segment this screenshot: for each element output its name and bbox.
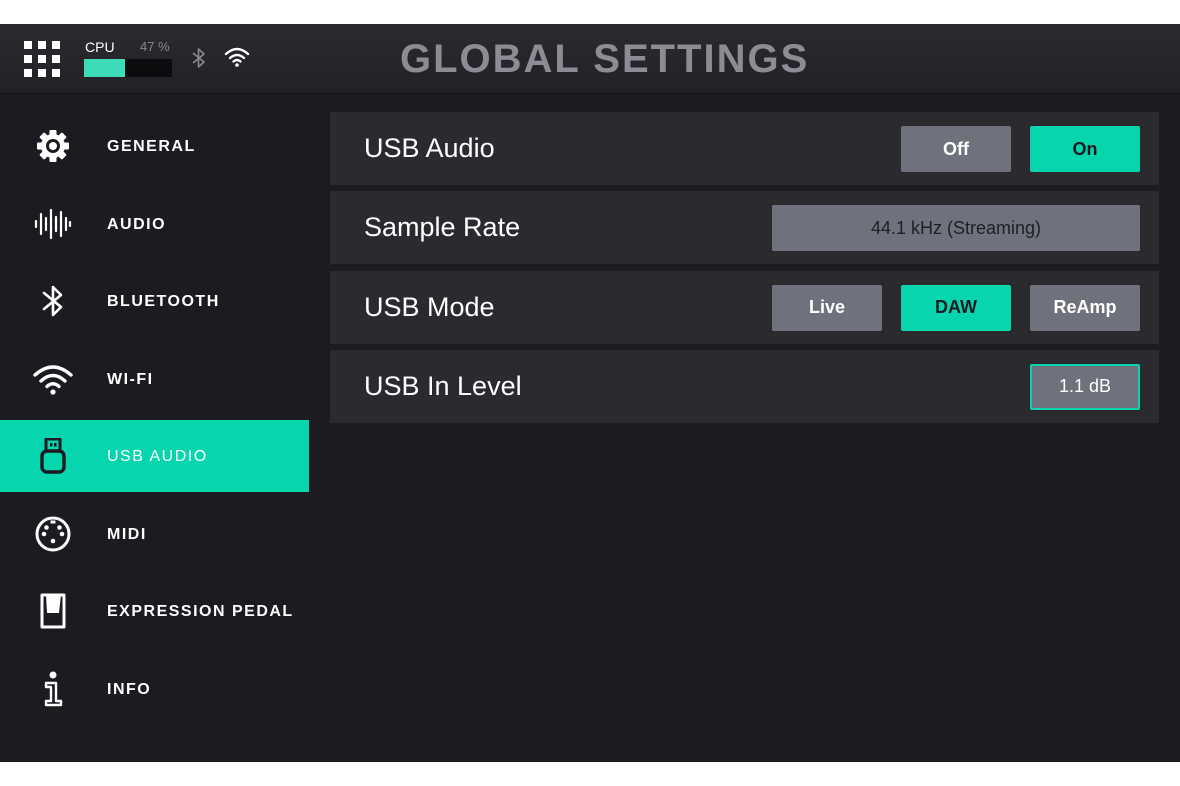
waveform-icon xyxy=(33,206,73,242)
setting-row-usb-mode: USB Mode Live DAW ReAmp xyxy=(330,270,1159,344)
wifi-status-icon xyxy=(224,46,250,68)
sample-rate-label: Sample Rate xyxy=(364,212,521,243)
cpu-meter xyxy=(84,59,172,77)
sidebar-item-label: AUDIO xyxy=(107,215,167,233)
bluetooth-status-icon xyxy=(190,46,208,70)
usb-mode-live-button[interactable]: Live xyxy=(772,284,882,331)
usb-mode-label: USB Mode xyxy=(364,291,495,322)
global-settings-screen: CPU 47 % GLOBAL SETTINGS GENERAL AUDIO B… xyxy=(0,24,1180,762)
sidebar-item-label: MIDI xyxy=(107,525,147,543)
sidebar-item-label: USB AUDIO xyxy=(107,448,208,465)
page-title: GLOBAL SETTINGS xyxy=(400,37,810,81)
usb-audio-off-button[interactable]: Off xyxy=(901,126,1011,172)
cpu-label: CPU xyxy=(85,39,115,55)
cpu-value: 47 % xyxy=(140,39,170,54)
sidebar-item-label: WI-FI xyxy=(107,370,154,388)
sidebar-item-audio[interactable]: AUDIO xyxy=(0,188,309,260)
setting-row-usb-in-level: USB In Level 1.1 dB xyxy=(330,349,1159,423)
sidebar-item-label: INFO xyxy=(107,680,152,698)
midi-connector-icon xyxy=(33,516,73,552)
sidebar-item-midi[interactable]: MIDI xyxy=(0,498,309,570)
header-bar: CPU 47 % GLOBAL SETTINGS xyxy=(0,24,1180,94)
cpu-meter-fill xyxy=(84,59,126,77)
sidebar-item-usb-audio[interactable]: USB AUDIO xyxy=(0,420,309,492)
usb-mode-daw-button[interactable]: DAW xyxy=(901,284,1011,331)
info-icon xyxy=(33,671,73,707)
sidebar-item-label: EXPRESSION PEDAL xyxy=(107,603,294,620)
usb-in-level-label: USB In Level xyxy=(364,370,522,401)
usb-in-level-value[interactable]: 1.1 dB xyxy=(1030,363,1140,410)
usb-audio-label: USB Audio xyxy=(364,133,495,163)
apps-grid-icon[interactable] xyxy=(24,41,60,77)
sidebar-item-info[interactable]: INFO xyxy=(0,653,309,725)
usb-icon xyxy=(33,438,73,474)
expression-pedal-icon xyxy=(33,593,73,629)
bluetooth-icon xyxy=(33,283,73,319)
usb-audio-on-button[interactable]: On xyxy=(1030,126,1140,172)
sidebar-item-bluetooth[interactable]: BLUETOOTH xyxy=(0,265,309,337)
sidebar-item-expression-pedal[interactable]: EXPRESSION PEDAL xyxy=(0,575,309,647)
setting-row-usb-audio: USB Audio Off On xyxy=(330,112,1159,185)
sidebar-item-label: GENERAL xyxy=(107,138,196,155)
wifi-icon xyxy=(33,361,73,397)
gear-icon xyxy=(33,128,73,164)
sample-rate-selector[interactable]: 44.1 kHz (Streaming) xyxy=(772,205,1140,252)
setting-row-sample-rate: Sample Rate 44.1 kHz (Streaming) xyxy=(330,191,1159,265)
sidebar-item-general[interactable]: GENERAL xyxy=(0,110,309,182)
settings-sidebar: GENERAL AUDIO BLUETOOTH WI-FI USB AUDIO … xyxy=(0,110,309,730)
sidebar-item-label: BLUETOOTH xyxy=(107,293,220,310)
sidebar-item-wifi[interactable]: WI-FI xyxy=(0,343,309,415)
usb-audio-settings-panel: USB Audio Off On Sample Rate 44.1 kHz (S… xyxy=(330,112,1159,429)
usb-mode-reamp-button[interactable]: ReAmp xyxy=(1030,284,1140,331)
